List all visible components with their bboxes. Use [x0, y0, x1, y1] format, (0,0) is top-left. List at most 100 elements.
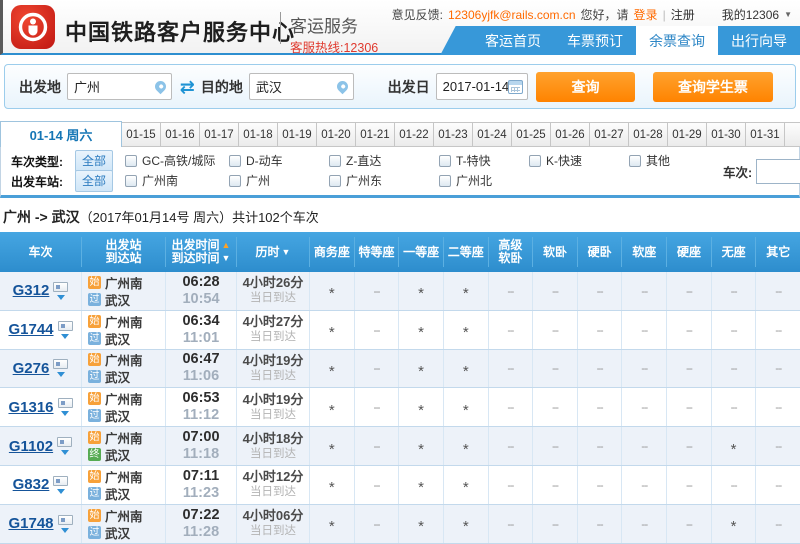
train-number-link[interactable]: G1102: [9, 438, 53, 455]
date-tab[interactable]: 01-23: [434, 122, 473, 147]
train-number-link[interactable]: G1744: [8, 321, 53, 338]
date-tab[interactable]: 01-22: [395, 122, 434, 147]
date-tab[interactable]: 01-26: [551, 122, 590, 147]
checkbox-icon[interactable]: [529, 154, 542, 167]
nav-item[interactable]: 客运首页: [472, 26, 554, 55]
column-header[interactable]: 一等座: [399, 237, 444, 267]
checkbox-icon[interactable]: [439, 174, 452, 187]
date-tab[interactable]: 01-19: [278, 122, 317, 147]
column-header[interactable]: 出发时间 ▲ 到达时间 ▼: [166, 237, 237, 267]
sort-desc-icon[interactable]: ▼: [222, 252, 231, 265]
date-tab[interactable]: 01-28: [629, 122, 668, 147]
train-number-link[interactable]: G1316: [8, 399, 53, 416]
filter-checkbox-item[interactable]: 广州北: [439, 172, 529, 189]
column-header[interactable]: 硬座: [667, 237, 712, 267]
seat-availability-value: --: [775, 283, 782, 298]
date-tab[interactable]: 01-16: [161, 122, 200, 147]
expand-stops-icon[interactable]: [60, 450, 69, 456]
to-station-input[interactable]: [249, 79, 340, 94]
checkbox-icon[interactable]: [125, 154, 138, 167]
expand-stops-icon[interactable]: [61, 333, 70, 339]
train-number-link[interactable]: G832: [13, 476, 50, 493]
column-header[interactable]: 车次: [0, 237, 82, 267]
departure-date-input[interactable]: [436, 79, 515, 94]
departure-time: 07:11: [182, 467, 220, 484]
sort-asc-icon[interactable]: ▲: [222, 239, 231, 252]
expand-stops-icon[interactable]: [56, 372, 65, 378]
date-tab[interactable]: 01-20: [317, 122, 356, 147]
query-student-ticket-button[interactable]: 查询学生票: [652, 71, 773, 102]
time-cell: 06:53 11:12: [166, 388, 237, 427]
filter-checkbox-item[interactable]: GC-高铁/城际: [125, 152, 229, 169]
column-header[interactable]: 特等座: [355, 237, 400, 267]
filter-checkbox-item[interactable]: 广州南: [125, 172, 229, 189]
filter-checkbox-item[interactable]: T-特快: [439, 152, 529, 169]
checkbox-icon[interactable]: [125, 174, 138, 187]
column-header[interactable]: 其它: [756, 237, 800, 267]
column-header[interactable]: 高级 软卧: [489, 237, 534, 267]
filter-checkbox-item[interactable]: Z-直达: [329, 152, 439, 169]
swap-stations-icon[interactable]: ⇄: [180, 78, 195, 96]
nav-item[interactable]: 余票查询: [636, 26, 718, 55]
column-header[interactable]: 历时 ▼: [237, 237, 310, 267]
train-cell: G1102: [0, 427, 82, 465]
date-tab[interactable]: 01-17: [200, 122, 239, 147]
expand-stops-icon[interactable]: [56, 294, 65, 300]
filter-checkbox-item[interactable]: 其他: [629, 152, 719, 169]
filter-checkbox-item[interactable]: K-快速: [529, 152, 629, 169]
calendar-icon[interactable]: [508, 80, 524, 94]
date-tab[interactable]: 01-24: [473, 122, 512, 147]
date-tab[interactable]: 01-25: [512, 122, 551, 147]
column-header[interactable]: 二等座: [444, 237, 489, 267]
column-header[interactable]: 商务座: [310, 237, 355, 267]
login-link[interactable]: 登录: [634, 6, 658, 23]
seat-availability-cell: --: [533, 310, 578, 349]
checkbox-icon[interactable]: [329, 174, 342, 187]
all-stations-button[interactable]: 全部: [75, 170, 114, 192]
column-header-text: 车次: [28, 244, 53, 259]
date-tab-active[interactable]: 01-14 周六: [0, 121, 122, 147]
checkbox-label: 其他: [646, 154, 671, 169]
checkbox-icon[interactable]: [329, 154, 342, 167]
column-header[interactable]: 无座: [712, 237, 757, 267]
train-number-input[interactable]: [756, 159, 800, 184]
column-header-text: 历时: [255, 244, 280, 259]
date-tab-partial[interactable]: [785, 122, 800, 147]
feedback-email-link[interactable]: 12306yjfk@rails.com.cn: [448, 8, 576, 22]
nav-item[interactable]: 车票预订: [554, 26, 636, 55]
date-tab[interactable]: 01-21: [356, 122, 395, 147]
filter-checkbox-item[interactable]: D-动车: [229, 152, 329, 169]
query-button[interactable]: 查询: [536, 71, 635, 102]
route-text: 广州 -> 武汉: [3, 209, 80, 225]
checkbox-icon[interactable]: [229, 174, 242, 187]
expand-stops-icon[interactable]: [61, 411, 70, 417]
checkbox-icon[interactable]: [629, 154, 642, 167]
date-tab[interactable]: 01-18: [239, 122, 278, 147]
seat-availability-value: --: [775, 361, 782, 376]
expand-stops-icon[interactable]: [56, 488, 65, 494]
date-tab[interactable]: 01-31: [746, 122, 785, 147]
train-number-link[interactable]: G276: [13, 360, 50, 377]
train-number-link[interactable]: G312: [13, 282, 50, 299]
nav-item[interactable]: 出行向导: [718, 26, 800, 55]
arrival-time: 11:12: [182, 407, 220, 424]
column-header[interactable]: 硬卧: [578, 237, 623, 267]
date-tab[interactable]: 01-30: [707, 122, 746, 147]
from-station-input[interactable]: [68, 79, 158, 94]
register-link[interactable]: 注册: [671, 6, 695, 23]
column-header[interactable]: 软卧: [533, 237, 578, 267]
date-tab[interactable]: 01-27: [590, 122, 629, 147]
all-types-button[interactable]: 全部: [75, 150, 114, 172]
expand-stops-icon[interactable]: [61, 527, 70, 533]
checkbox-icon[interactable]: [229, 154, 242, 167]
filter-checkbox-item[interactable]: 广州东: [329, 172, 439, 189]
checkbox-icon[interactable]: [439, 154, 452, 167]
sort-desc-icon[interactable]: ▼: [282, 246, 291, 259]
my-12306-link[interactable]: 我的12306: [722, 6, 779, 23]
date-tab[interactable]: 01-29: [668, 122, 707, 147]
column-header[interactable]: 出发站 到达站: [82, 237, 166, 267]
train-number-link[interactable]: G1748: [8, 515, 53, 532]
column-header[interactable]: 软座: [622, 237, 668, 267]
date-tab[interactable]: 01-15: [122, 122, 161, 147]
filter-checkbox-item[interactable]: 广州: [229, 172, 329, 189]
